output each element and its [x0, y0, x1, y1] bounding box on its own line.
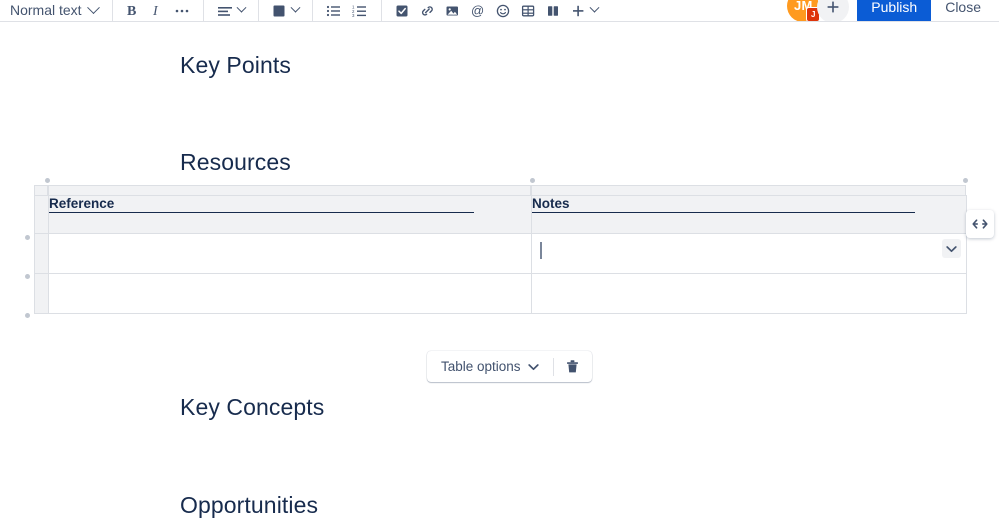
row-grip[interactable]: [25, 235, 30, 240]
table-floating-toolbar: Table options: [427, 351, 592, 382]
column-header-notes[interactable]: Notes: [531, 195, 967, 234]
toolbar-divider: [311, 0, 313, 21]
heading-opportunities: Opportunities: [180, 492, 319, 518]
text-align-button[interactable]: [212, 0, 250, 21]
add-collaborator-button[interactable]: [817, 0, 850, 21]
horizontal-resize-icon: [972, 219, 988, 229]
toolbar-right-actions: JM J Publish Close: [787, 0, 999, 21]
layout-columns-icon: [547, 5, 558, 16]
expand-table-button[interactable]: [966, 210, 994, 238]
avatar[interactable]: JM J: [787, 0, 821, 21]
table-options-button[interactable]: Table options: [433, 354, 547, 379]
cell-notes-2[interactable]: [531, 273, 967, 314]
toolbar-divider: [202, 0, 204, 21]
text-align-icon: [217, 6, 232, 16]
emoji-smiley-icon: [496, 4, 509, 17]
ellipsis-icon: [175, 9, 188, 12]
delete-table-button[interactable]: [560, 354, 586, 379]
chevron-down-icon: [589, 2, 600, 13]
row-selector[interactable]: [34, 233, 49, 274]
toolbar-divider: [111, 0, 113, 21]
mention-button[interactable]: @: [465, 0, 491, 21]
color-swatch-icon: [273, 5, 285, 16]
more-formatting-button[interactable]: [169, 0, 195, 21]
link-icon: [421, 5, 433, 16]
emoji-button[interactable]: [491, 0, 516, 21]
svg-text:B: B: [127, 4, 136, 18]
numbered-list-button[interactable]: 1 2 3: [347, 0, 373, 21]
link-button[interactable]: [415, 0, 440, 21]
chevron-down-icon: [236, 2, 247, 13]
chevron-down-icon: [527, 363, 539, 370]
cell-reference-2[interactable]: [48, 273, 532, 314]
mention-at-icon: @: [471, 3, 484, 18]
document-canvas[interactable]: Key Points Resources Reference Notes Tab…: [0, 23, 999, 518]
italic-icon: I: [152, 4, 159, 18]
table-corner-grip[interactable]: [45, 178, 50, 183]
resources-table[interactable]: Reference Notes: [34, 185, 967, 314]
table-row: [34, 233, 967, 274]
column-header-notes-label: Notes: [532, 196, 570, 211]
svg-text:@: @: [471, 3, 484, 18]
column-selector-reference[interactable]: [48, 185, 531, 195]
bullet-list-icon: [326, 5, 340, 16]
image-icon: [446, 6, 458, 15]
plus-icon: [827, 1, 839, 12]
editor-toolbar: Normal text B I 1 2 3 @ JM J Publish Clo…: [0, 0, 999, 22]
bold-icon: B: [127, 4, 136, 18]
trash-icon: [567, 359, 579, 372]
text-color-button[interactable]: [267, 0, 304, 21]
row-selector[interactable]: [34, 273, 49, 314]
chevron-down-icon: [86, 1, 100, 15]
table-row: [34, 273, 967, 314]
plus-icon: [572, 5, 583, 16]
row-selector-header[interactable]: [34, 195, 49, 234]
column-selector-notes[interactable]: [531, 185, 966, 195]
column-header-reference-label: Reference: [49, 196, 115, 211]
table-grid-icon: [521, 5, 534, 16]
text-caret: [540, 242, 542, 259]
toolbar-divider: [257, 0, 259, 21]
toolbar-group-insert: @: [390, 0, 603, 21]
cell-notes-1[interactable]: [531, 233, 967, 274]
cell-reference-1[interactable]: [48, 233, 532, 274]
heading-resources: Resources: [180, 149, 291, 175]
text-style-label: Normal text: [10, 1, 82, 18]
action-item-button[interactable]: [390, 0, 415, 21]
checkbox-icon: [396, 5, 408, 16]
table-header-row: Reference Notes: [34, 195, 967, 234]
bold-button[interactable]: B: [121, 0, 145, 21]
svg-text:I: I: [152, 4, 159, 18]
bullet-list-button[interactable]: [321, 0, 347, 21]
column-grip[interactable]: [530, 178, 535, 183]
column-header-reference[interactable]: Reference: [48, 195, 532, 234]
table-options-label: Table options: [441, 359, 521, 374]
toolbar-group-lists: 1 2 3: [321, 0, 373, 21]
heading-key-points: Key Points: [180, 52, 291, 78]
chevron-down-icon: [290, 2, 301, 13]
italic-button[interactable]: I: [145, 0, 169, 21]
heading-key-concepts: Key Concepts: [180, 394, 325, 420]
numbered-list-icon: 1 2 3: [352, 4, 366, 18]
publish-button[interactable]: Publish: [857, 0, 932, 21]
toolbar-divider: [380, 0, 382, 21]
column-grip[interactable]: [963, 178, 968, 183]
svg-text:3: 3: [352, 13, 355, 18]
toolbar-divider: [552, 357, 554, 376]
image-button[interactable]: [440, 0, 465, 21]
layouts-button[interactable]: [541, 0, 566, 21]
table[interactable]: Reference Notes: [34, 195, 967, 314]
table-select-all-handle[interactable]: [34, 185, 48, 195]
column-selector-strip[interactable]: [34, 185, 966, 195]
insert-more-button[interactable]: [566, 0, 603, 21]
cell-options-button[interactable]: [942, 239, 961, 258]
text-style-dropdown[interactable]: Normal text: [0, 0, 104, 21]
toolbar-group-formatting: B I: [121, 0, 195, 21]
table-button[interactable]: [516, 0, 541, 21]
row-grip[interactable]: [25, 313, 30, 318]
close-button[interactable]: Close: [935, 0, 991, 21]
row-grip[interactable]: [25, 274, 30, 279]
chevron-down-icon: [946, 245, 957, 252]
